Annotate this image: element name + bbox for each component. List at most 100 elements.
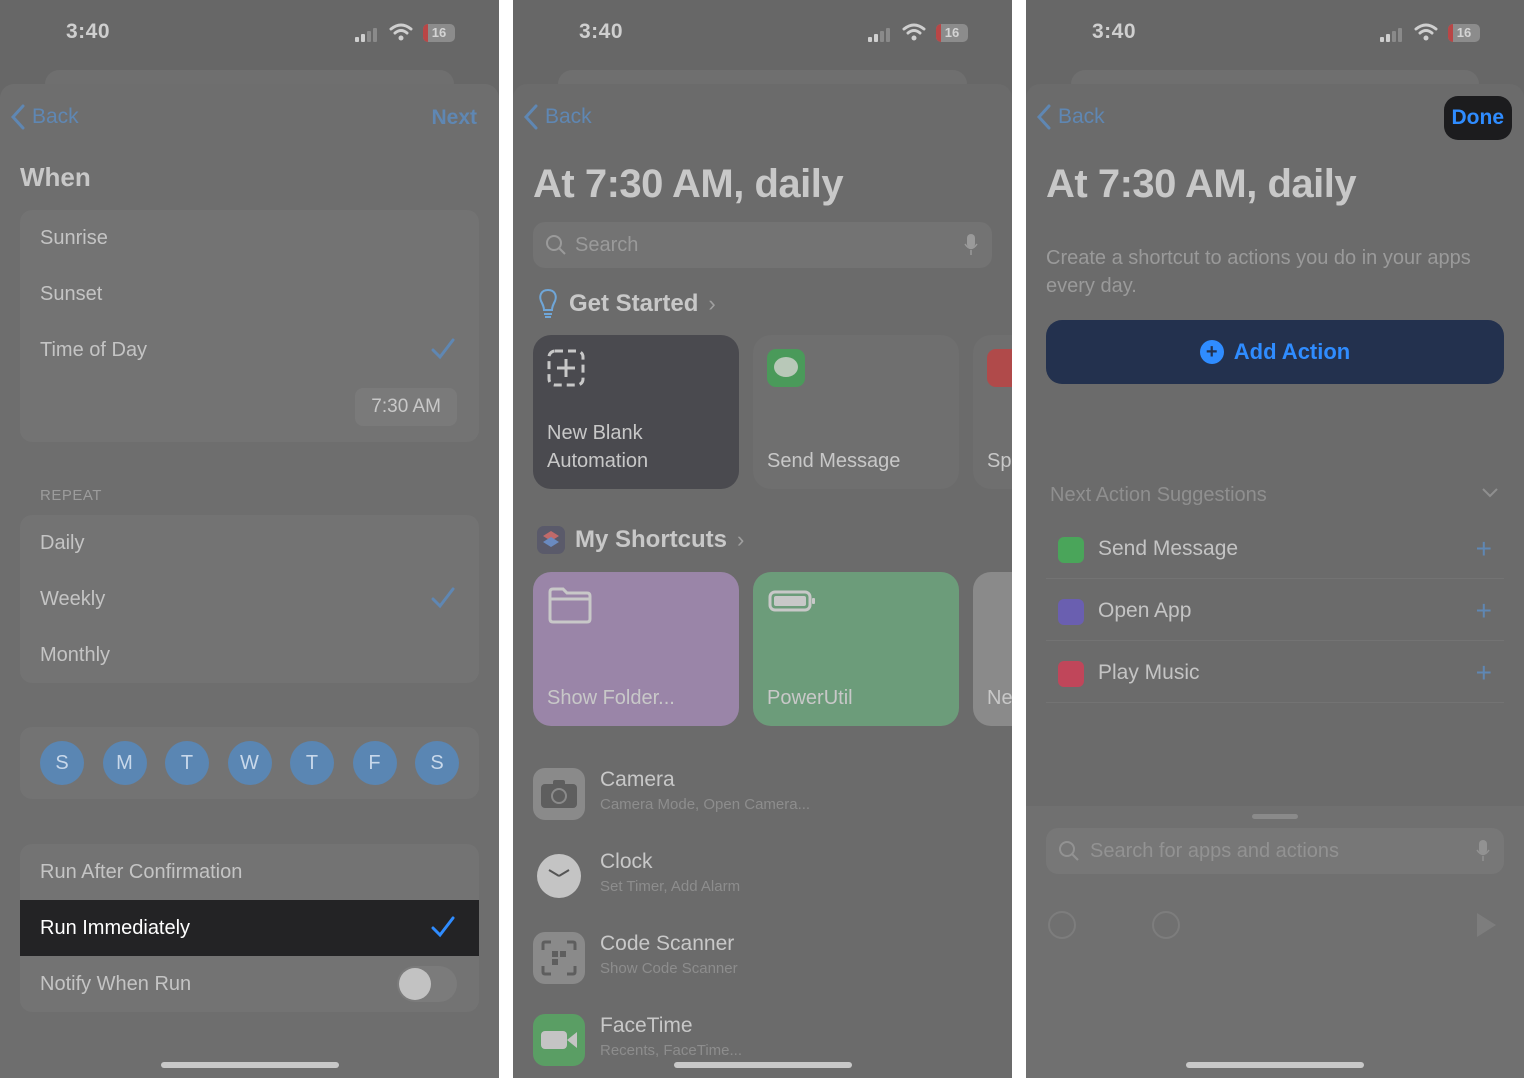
play-icon[interactable] (1474, 911, 1498, 939)
card-powerutil[interactable]: PowerUtil (753, 572, 959, 726)
cellular-signal-icon (868, 26, 894, 42)
nav-bar: Back (513, 84, 1012, 154)
card-partial-shortcut[interactable]: Ne (973, 572, 1012, 726)
screen-add-action: 3:40 16 Back Done At 7:30 AM, daily Crea… (1026, 0, 1524, 1078)
card-new-blank-automation[interactable]: New Blank Automation (533, 335, 739, 489)
messages-icon (1058, 537, 1084, 563)
facetime-icon (533, 1014, 585, 1066)
when-options-group: Sunrise Sunset Time of Day 7:30 AM (20, 210, 479, 442)
wifi-icon (389, 23, 413, 41)
next-button[interactable]: Next (431, 106, 477, 130)
option-weekly[interactable]: Weekly (20, 571, 479, 627)
card-send-message[interactable]: Send Message (753, 335, 959, 489)
back-button[interactable]: Back (10, 104, 79, 130)
battery-icon: 16 (1448, 24, 1480, 42)
add-action-button[interactable]: + Add Action (1046, 320, 1504, 384)
option-run-after-confirmation[interactable]: Run After Confirmation (20, 844, 479, 900)
suggestion-play-music[interactable]: Play Music + (1046, 645, 1504, 703)
option-time-of-day[interactable]: Time of Day (20, 322, 479, 378)
my-shortcuts-header[interactable]: My Shortcuts › (537, 526, 744, 554)
redo-icon[interactable] (1152, 911, 1180, 939)
time-row: 7:30 AM (20, 378, 479, 442)
chevron-right-icon: › (708, 291, 716, 316)
add-icon[interactable]: + (1476, 657, 1492, 689)
back-button[interactable]: Back (1036, 104, 1105, 130)
battery-icon: 16 (936, 24, 968, 42)
cellular-signal-icon (355, 26, 381, 42)
checkmark-icon (431, 916, 455, 938)
weekday-selector: S M T W T F S (20, 727, 479, 799)
card-partial[interactable]: Sp (973, 335, 1012, 489)
option-run-immediately[interactable]: Run Immediately (20, 900, 479, 956)
sheet-grabber[interactable] (1252, 814, 1298, 819)
nav-bar: Back Next (0, 84, 499, 154)
checkmark-icon (431, 587, 455, 609)
run-options-group: Run After Confirmation Run Immediately N… (20, 844, 479, 1012)
music-icon (1058, 661, 1084, 687)
messages-icon (767, 349, 805, 387)
status-time: 3:40 (1092, 20, 1137, 43)
status-time: 3:40 (66, 20, 111, 43)
get-started-header[interactable]: Get Started › (537, 288, 716, 320)
day-tuesday[interactable]: T (165, 741, 209, 785)
option-sunrise[interactable]: Sunrise (20, 210, 479, 266)
cellular-signal-icon (1380, 26, 1406, 42)
app-clock[interactable]: Clock Set Timer, Add Alarm (533, 844, 992, 914)
day-thursday[interactable]: T (290, 741, 334, 785)
status-bar: 3:40 16 (1026, 0, 1524, 66)
next-action-suggestions-header[interactable]: Next Action Suggestions (1050, 484, 1500, 507)
screen-when-settings: 3:40 16 Back Next When Sunrise Sunset Ti… (0, 0, 499, 1078)
search-apps-actions-input[interactable]: Search for apps and actions (1046, 828, 1504, 874)
lightbulb-icon (539, 288, 557, 318)
search-icon (546, 235, 566, 255)
status-bar: 3:40 16 (513, 0, 1012, 66)
camera-icon (533, 768, 585, 820)
wifi-icon (1414, 23, 1438, 41)
checkmark-icon (431, 338, 455, 360)
suggestion-open-app[interactable]: Open App + (1046, 583, 1504, 641)
repeat-header: REPEAT (40, 487, 102, 504)
speaker-icon (987, 349, 1012, 387)
plus-circle-icon: + (1199, 340, 1224, 364)
description: Create a shortcut to actions you do in y… (1046, 247, 1471, 297)
status-bar: 3:40 16 (0, 0, 499, 66)
day-wednesday[interactable]: W (227, 741, 272, 785)
microphone-icon[interactable] (1476, 839, 1490, 863)
option-sunset[interactable]: Sunset (20, 266, 479, 322)
open-app-icon (1058, 599, 1084, 625)
day-monday[interactable]: M (102, 741, 147, 785)
day-sunday[interactable]: S (40, 741, 84, 785)
done-button[interactable]: Done (1443, 96, 1512, 140)
time-picker[interactable]: 7:30 AM (355, 388, 457, 426)
home-indicator (673, 1062, 852, 1068)
app-camera[interactable]: Camera Camera Mode, Open Camera... (533, 762, 992, 832)
qr-scanner-icon (533, 932, 585, 984)
add-icon[interactable]: + (1476, 595, 1492, 627)
chevron-left-icon (10, 104, 25, 130)
option-daily[interactable]: Daily (20, 515, 479, 571)
suggestion-send-message[interactable]: Send Message + (1046, 521, 1504, 579)
repeat-options-group: Daily Weekly Monthly (20, 515, 479, 683)
undo-icon[interactable] (1048, 911, 1076, 939)
notify-when-run-row: Notify When Run (20, 956, 479, 1012)
card-show-folder[interactable]: Show Folder... (533, 572, 739, 726)
folder-icon (548, 587, 592, 624)
toggle-knob (399, 968, 431, 1000)
search-input[interactable]: Search (533, 222, 992, 268)
microphone-icon[interactable] (964, 233, 978, 257)
day-friday[interactable]: F (352, 741, 397, 785)
search-icon (1059, 841, 1079, 861)
chevron-right-icon: › (737, 527, 745, 552)
screen-new-automation: 3:40 16 Back At 7:30 AM, daily Search Ge… (513, 0, 1012, 1078)
shortcuts-app-icon (537, 526, 565, 554)
nav-bar: Back Done (1026, 84, 1524, 154)
day-saturday[interactable]: S (415, 741, 459, 785)
notify-toggle[interactable] (397, 966, 457, 1002)
wifi-icon (902, 23, 926, 41)
back-button[interactable]: Back (523, 104, 592, 130)
chevron-down-icon (1482, 488, 1498, 498)
add-icon[interactable]: + (1476, 533, 1492, 565)
app-code-scanner[interactable]: Code Scanner Show Code Scanner (533, 926, 992, 996)
editor-toolbar (1026, 906, 1524, 966)
option-monthly[interactable]: Monthly (20, 627, 479, 683)
